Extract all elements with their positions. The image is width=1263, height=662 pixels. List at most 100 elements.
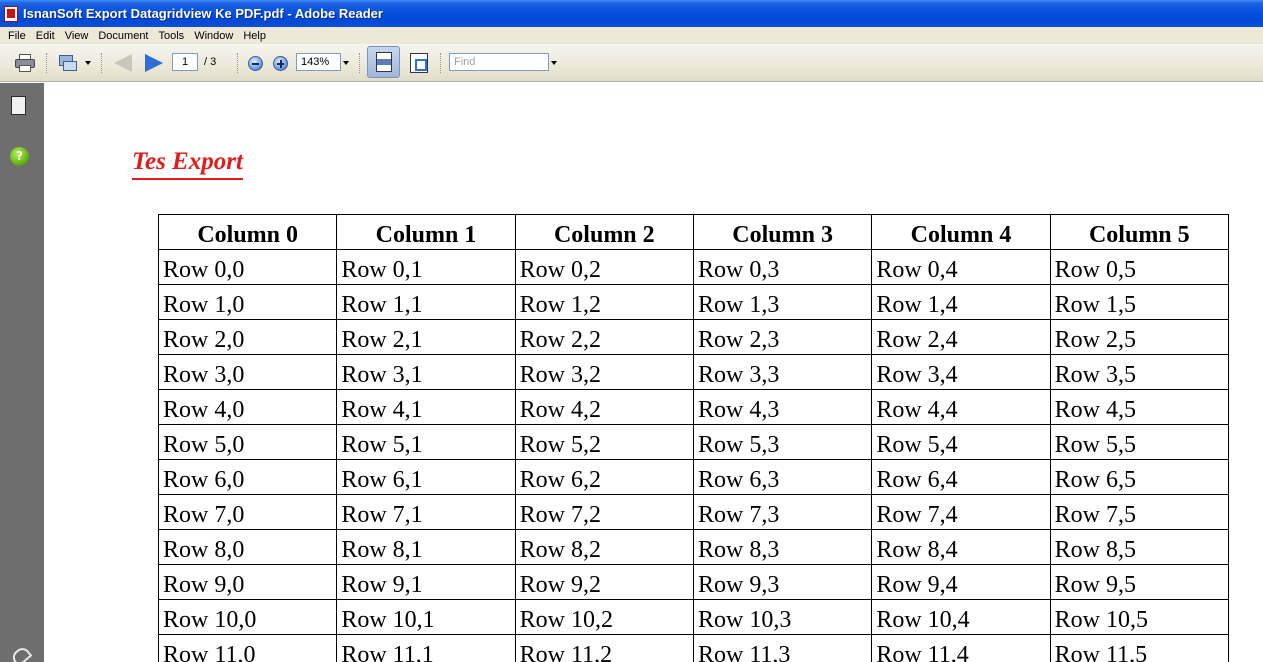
table-cell: Row 8,4 xyxy=(871,529,1051,565)
table-cell: Row 5,4 xyxy=(871,424,1051,460)
menu-help[interactable]: Help xyxy=(238,28,271,44)
table-cell: Row 4,0 xyxy=(157,389,338,425)
table-cell: Row 5,2 xyxy=(514,424,694,460)
table-cell: Row 4,3 xyxy=(692,389,873,425)
zoom-level-input[interactable]: 143% xyxy=(296,53,341,71)
table-row: Row 7,0 Row 7,1 Row 7,2 Row 7,3 Row 7,4 Row 7… xyxy=(157,494,1230,530)
share-icon xyxy=(57,53,79,73)
table-cell: Row 1,0 xyxy=(157,284,338,320)
table-cell: Row 1,5 xyxy=(1049,284,1230,320)
menu-document[interactable]: Document xyxy=(93,28,153,44)
table-cell: Row 7,2 xyxy=(514,494,694,530)
table-row: Row 4,0 Row 4,1 Row 4,2 Row 4,3 Row 4,4 Row 4… xyxy=(157,389,1230,425)
table-cell: Row 0,1 xyxy=(336,249,516,285)
data-table: Column 0 Column 1 Column 2 Column 3 Column 4… xyxy=(157,214,1230,662)
column-header: Column 2 xyxy=(514,214,694,250)
table-cell: Row 1,3 xyxy=(692,284,873,320)
zoom-in-button[interactable] xyxy=(271,51,289,75)
find-input[interactable]: Find xyxy=(449,53,549,71)
table-cell: Row 4,1 xyxy=(336,389,516,425)
table-cell: Row 11,2 xyxy=(514,634,694,662)
menu-tools[interactable]: Tools xyxy=(154,28,190,44)
table-cell: Row 10,2 xyxy=(514,599,694,635)
document-view[interactable]: Tes Export Column 0 Column 1 Column 2 Colum… xyxy=(44,83,1263,662)
previous-page-button[interactable] xyxy=(112,51,134,75)
table-cell: Row 10,5 xyxy=(1049,599,1230,635)
table-cell: Row 4,2 xyxy=(514,389,694,425)
chevron-down-icon xyxy=(551,61,557,65)
table-cell: Row 8,0 xyxy=(157,529,338,565)
table-cell: Row 11,3 xyxy=(692,634,873,662)
table-cell: Row 3,0 xyxy=(157,354,338,390)
table-row: Row 9,0 Row 9,1 Row 9,2 Row 9,3 Row 9,4 Row 9… xyxy=(157,564,1230,600)
table-cell: Row 0,2 xyxy=(514,249,694,285)
table-cell: Row 4,4 xyxy=(871,389,1051,425)
zoom-dropdown[interactable] xyxy=(341,51,351,75)
share-button[interactable] xyxy=(55,51,81,75)
table-cell: Row 0,0 xyxy=(157,249,338,285)
table-cell: Row 8,1 xyxy=(336,529,516,565)
document-title: Tes Export xyxy=(132,147,243,180)
table-cell: Row 10,0 xyxy=(157,599,338,635)
table-row: Row 3,0 Row 3,1 Row 3,2 Row 3,3 Row 3,4 Row 3… xyxy=(157,354,1230,390)
zoom-in-icon xyxy=(272,55,288,71)
table-row: Row 6,0 Row 6,1 Row 6,2 Row 6,3 Row 6,4 Row 6… xyxy=(157,459,1230,495)
table-cell: Row 5,1 xyxy=(336,424,516,460)
paperclip-icon[interactable] xyxy=(9,644,33,662)
menu-view[interactable]: View xyxy=(60,28,94,44)
table-row: Row 2,0 Row 2,1 Row 2,2 Row 2,3 Row 2,4 Row 2… xyxy=(157,319,1230,355)
table-cell: Row 3,5 xyxy=(1049,354,1230,390)
next-page-icon xyxy=(145,54,163,72)
print-button[interactable] xyxy=(12,51,38,75)
table-cell: Row 11,0 xyxy=(157,634,338,662)
table-cell: Row 10,1 xyxy=(336,599,516,635)
table-cell: Row 7,1 xyxy=(336,494,516,530)
table-cell: Row 9,0 xyxy=(157,564,338,600)
fit-width-button[interactable] xyxy=(367,46,400,78)
table-cell: Row 7,4 xyxy=(871,494,1051,530)
find-dropdown[interactable] xyxy=(549,51,559,75)
table-cell: Row 8,5 xyxy=(1049,529,1230,565)
table-row: Row 11,0 Row 11,1 Row 11,2 Row 11,3 Row 11,4… xyxy=(157,634,1230,662)
table-cell: Row 8,3 xyxy=(692,529,873,565)
table-cell: Row 3,1 xyxy=(336,354,516,390)
table-cell: Row 8,2 xyxy=(514,529,694,565)
table-cell: Row 0,3 xyxy=(692,249,873,285)
table-cell: Row 2,4 xyxy=(871,319,1051,355)
page-number-input[interactable]: 1 xyxy=(172,53,198,71)
table-cell: Row 2,1 xyxy=(336,319,516,355)
previous-page-icon xyxy=(114,54,132,72)
pages-icon[interactable] xyxy=(11,93,30,115)
menu-edit[interactable]: Edit xyxy=(31,28,60,44)
zoom-out-button[interactable] xyxy=(246,51,264,75)
table-cell: Row 0,5 xyxy=(1049,249,1230,285)
fit-page-icon xyxy=(410,53,428,73)
table-cell: Row 6,4 xyxy=(871,459,1051,495)
next-page-button[interactable] xyxy=(143,51,165,75)
toolbar-separator xyxy=(46,53,48,73)
table-cell: Row 6,5 xyxy=(1049,459,1230,495)
table-cell: Row 6,2 xyxy=(514,459,694,495)
menu-file[interactable]: File xyxy=(3,28,31,44)
table-cell: Row 5,5 xyxy=(1049,424,1230,460)
table-cell: Row 11,5 xyxy=(1049,634,1230,662)
column-header: Column 4 xyxy=(871,214,1051,250)
zoom-out-icon xyxy=(247,55,263,71)
column-header: Column 3 xyxy=(692,214,873,250)
table-row: Row 8,0 Row 8,1 Row 8,2 Row 8,3 Row 8,4 Row 8… xyxy=(157,529,1230,565)
menu-window[interactable]: Window xyxy=(189,28,238,44)
share-dropdown[interactable] xyxy=(84,51,92,75)
column-header: Column 0 xyxy=(157,214,338,250)
fit-page-button[interactable] xyxy=(408,51,430,75)
table-cell: Row 3,2 xyxy=(514,354,694,390)
help-icon[interactable]: ? xyxy=(10,147,29,166)
title-bar[interactable]: IsnanSoft Export Datagridview Ke PDF.pdf… xyxy=(0,0,1263,27)
chevron-down-icon xyxy=(85,61,91,65)
navigation-panel: ? xyxy=(0,83,44,662)
table-cell: Row 2,5 xyxy=(1049,319,1230,355)
adobe-reader-icon xyxy=(4,5,18,22)
table-cell: Row 9,4 xyxy=(871,564,1051,600)
table-row: Row 0,0 Row 0,1 Row 0,2 Row 0,3 Row 0,4 Row 0… xyxy=(157,249,1230,285)
toolbar-separator xyxy=(101,53,103,73)
table-cell: Row 7,5 xyxy=(1049,494,1230,530)
